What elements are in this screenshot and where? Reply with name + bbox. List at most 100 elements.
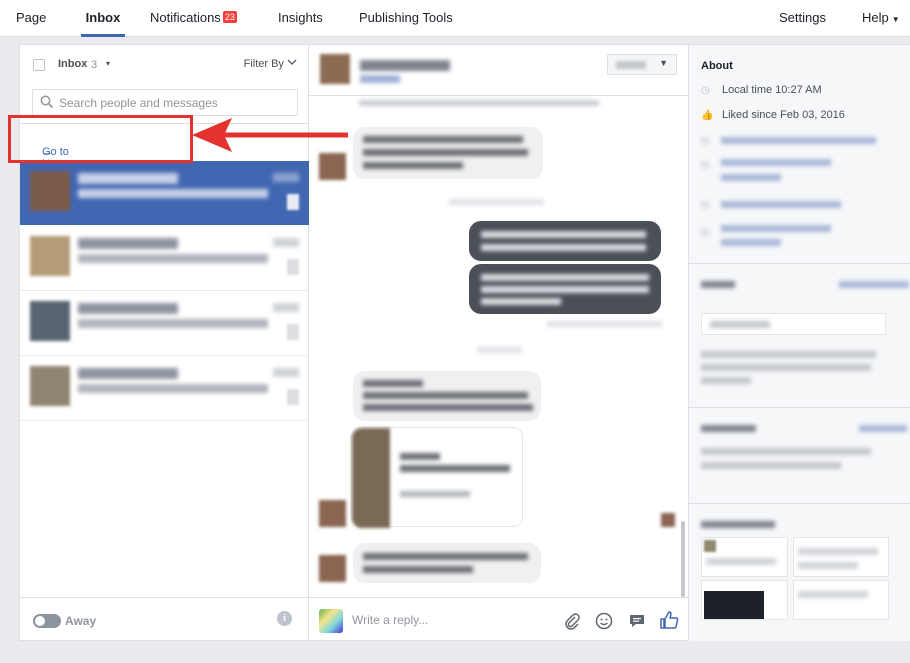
nav-help[interactable]: Help ▼ <box>862 0 900 36</box>
conversation-name <box>78 303 178 314</box>
media-thumbnail[interactable] <box>793 580 889 620</box>
section-heading <box>701 521 775 528</box>
divider <box>689 503 910 504</box>
annotation-highlight-box <box>8 115 193 163</box>
media-image <box>704 591 764 619</box>
filter-by-dropdown[interactable]: Filter By <box>244 58 297 70</box>
detail-icon <box>701 161 709 168</box>
about-heading: About <box>701 60 733 72</box>
media-caption <box>798 562 858 569</box>
nav-help-label: Help <box>862 10 889 25</box>
nav-notifications[interactable]: Notifications 23 <box>150 0 237 36</box>
sticker-icon[interactable] <box>626 612 648 634</box>
section-action-link[interactable] <box>859 425 907 432</box>
section-action-link[interactable] <box>839 281 909 288</box>
notes-help-text <box>701 351 876 358</box>
message-line <box>363 380 423 387</box>
inbox-label[interactable]: Inbox <box>58 58 87 70</box>
conversation-preview <box>78 189 268 198</box>
message-line <box>481 244 646 251</box>
nav-inbox[interactable]: Inbox <box>81 0 125 37</box>
message-bubble <box>353 127 543 179</box>
detail-line <box>721 225 831 232</box>
conversation-thumbnail <box>287 194 299 210</box>
detail-icon <box>701 229 709 236</box>
message-line <box>481 298 561 305</box>
conversation-thumbnail <box>287 389 299 405</box>
detail-icon <box>701 201 709 208</box>
avatar <box>30 301 70 341</box>
media-thumbnail[interactable] <box>793 537 889 577</box>
media-image <box>704 540 716 552</box>
clock-icon: ◷ <box>701 85 710 96</box>
conversation-time <box>273 368 299 377</box>
filter-by-label: Filter By <box>243 58 284 70</box>
message-timestamp <box>449 199 544 205</box>
sticker-thumbnail-icon[interactable] <box>319 609 343 633</box>
local-time: Local time 10:27 AM <box>722 84 822 96</box>
message-line <box>363 566 473 573</box>
conversation-item[interactable] <box>20 161 309 225</box>
message-timestamp <box>477 347 522 353</box>
liked-since-row: 👍 Liked since Feb 03, 2016 <box>701 109 845 123</box>
conversation-item[interactable] <box>20 356 309 420</box>
actions-label <box>616 61 646 69</box>
search-icon <box>40 95 54 109</box>
like-icon[interactable] <box>658 610 680 632</box>
chevron-down-icon: ▼ <box>659 58 668 68</box>
avatar <box>319 500 346 527</box>
composer-bar: Write a reply... <box>309 597 689 641</box>
message-line <box>363 392 528 399</box>
conversation-name <box>78 368 178 379</box>
message-bubble <box>353 371 541 421</box>
section-help-text <box>701 448 871 455</box>
conversation-preview <box>78 384 268 393</box>
paperclip-icon[interactable] <box>561 612 583 634</box>
notes-input[interactable] <box>701 313 886 335</box>
away-toggle[interactable] <box>33 614 61 628</box>
link-preview-title <box>400 465 510 472</box>
section-heading <box>701 425 756 432</box>
inbox-dropdown-icon[interactable]: ▾ <box>106 59 110 68</box>
smiley-icon[interactable] <box>593 612 615 634</box>
message-line <box>363 553 528 560</box>
thread-contact-name[interactable] <box>360 60 450 71</box>
nav-insights[interactable]: Insights <box>278 0 323 36</box>
nav-settings[interactable]: Settings <box>779 0 826 36</box>
divider <box>689 263 910 264</box>
thumbs-up-icon: 👍 <box>701 110 714 121</box>
conversation-item[interactable] <box>20 291 309 355</box>
select-all-checkbox[interactable] <box>33 59 45 71</box>
detail-line <box>721 239 781 246</box>
away-label: Away <box>65 614 97 628</box>
media-thumbnail[interactable] <box>701 537 788 577</box>
detail-icon <box>701 137 709 144</box>
link-preview-image <box>352 428 390 528</box>
chevron-down-icon <box>287 59 297 66</box>
divider <box>689 407 910 408</box>
link-preview-title <box>400 453 440 460</box>
conversation-name <box>78 173 178 184</box>
message-fragment <box>359 100 599 106</box>
link-preview-card[interactable] <box>351 427 523 528</box>
media-thumbnail[interactable] <box>701 580 788 620</box>
inbox-header: Inbox 3 ▾ Filter By <box>20 45 309 85</box>
message-bubble <box>353 543 541 583</box>
conversation-item[interactable] <box>20 226 309 290</box>
thread-scrollbar[interactable] <box>681 521 685 597</box>
reply-input[interactable]: Write a reply... <box>352 613 428 627</box>
nav-publishing-tools[interactable]: Publishing Tools <box>359 0 453 36</box>
conversation-thumbnail <box>287 259 299 275</box>
thread-header: ▼ <box>309 45 688 96</box>
detail-line <box>721 174 781 181</box>
avatar <box>30 366 70 406</box>
thread-contact-link[interactable] <box>360 75 400 83</box>
nav-page[interactable]: Page <box>16 0 46 36</box>
info-icon[interactable]: i <box>277 611 292 626</box>
notes-help-text <box>701 364 871 371</box>
actions-dropdown[interactable]: ▼ <box>607 54 677 75</box>
message-line <box>363 404 533 411</box>
conversation-thumbnail <box>287 324 299 340</box>
message-line <box>363 162 463 169</box>
annotation-arrow <box>192 118 348 152</box>
